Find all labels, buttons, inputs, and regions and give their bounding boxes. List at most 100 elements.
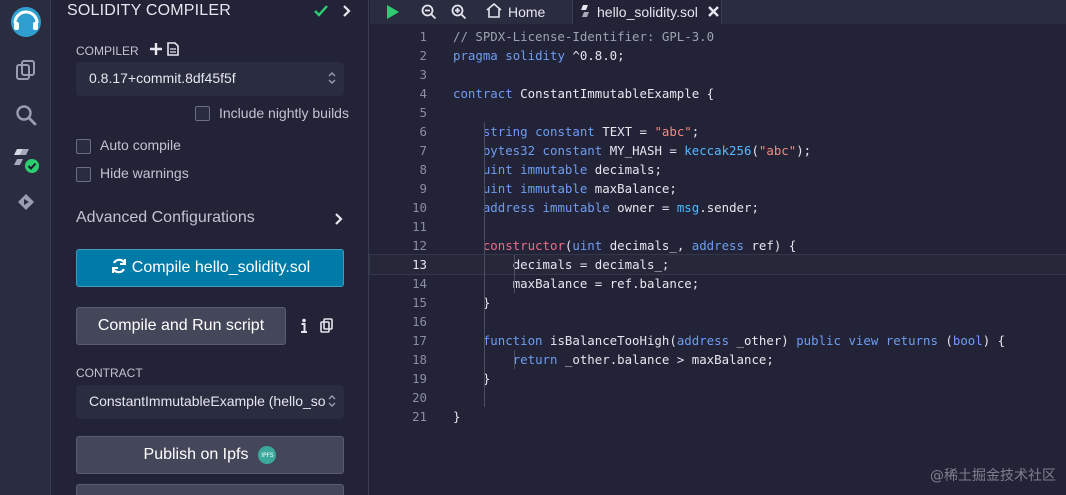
line-number: 11 bbox=[412, 219, 427, 234]
compile-and-run-label: Compile and Run script bbox=[97, 317, 265, 334]
copy-icon[interactable] bbox=[320, 318, 333, 338]
code-line[interactable]: 19 } bbox=[370, 369, 1066, 388]
code-line[interactable]: 3 bbox=[370, 65, 1066, 84]
code-line[interactable]: 18 return _other.balance > maxBalance; bbox=[370, 350, 1066, 369]
code-line[interactable]: 17 function isBalanceTooHigh(address _ot… bbox=[370, 331, 1066, 350]
code-line[interactable]: 8 uint immutable decimals; bbox=[370, 160, 1066, 179]
compile-button-label: Compile hello_solidity.sol bbox=[131, 259, 311, 276]
line-number: 10 bbox=[412, 200, 427, 215]
line-number: 19 bbox=[412, 371, 427, 386]
code-line[interactable]: 13 decimals = decimals_; bbox=[369, 254, 1066, 275]
panel-title: SOLIDITY COMPILER bbox=[67, 2, 232, 19]
editor-tab-bar: Home hello_solidity.sol bbox=[370, 0, 1066, 24]
code-line[interactable]: 15 } bbox=[370, 293, 1066, 312]
solidity-file-icon bbox=[581, 4, 591, 21]
line-number: 17 bbox=[412, 333, 427, 348]
file-icon[interactable] bbox=[167, 42, 179, 61]
code-line[interactable]: 4 contract ConstantImmutableExample { bbox=[370, 84, 1066, 103]
code-text: uint immutable maxBalance; bbox=[482, 181, 677, 196]
file-explorer-icon[interactable] bbox=[8, 52, 44, 88]
zoom-in-icon[interactable] bbox=[448, 1, 470, 23]
code-line[interactable]: 14 maxBalance = ref.balance; bbox=[370, 274, 1066, 293]
nightly-builds-label: Include nightly builds bbox=[219, 105, 349, 121]
next-button-partial[interactable] bbox=[76, 484, 344, 495]
code-line[interactable]: 1 // SPDX-License-Identifier: GPL-3.0 bbox=[370, 27, 1066, 46]
publish-ipfs-label: Publish on Ipfs bbox=[143, 446, 249, 463]
indent-guide bbox=[484, 122, 485, 407]
run-script-icon[interactable] bbox=[382, 1, 404, 23]
line-number: 7 bbox=[419, 143, 427, 158]
code-text: maxBalance = ref.balance; bbox=[512, 276, 700, 291]
advanced-configurations-toggle[interactable]: Advanced Configurations bbox=[76, 209, 255, 227]
close-tab-icon[interactable] bbox=[708, 4, 719, 20]
code-line[interactable]: 12 constructor(uint decimals_, address r… bbox=[370, 236, 1066, 255]
icon-rail bbox=[0, 0, 51, 495]
code-line[interactable]: 5 bbox=[370, 103, 1066, 122]
code-line[interactable]: 16 bbox=[370, 312, 1066, 331]
hide-warnings-checkbox[interactable] bbox=[76, 167, 91, 182]
line-number: 8 bbox=[419, 162, 427, 177]
search-icon[interactable] bbox=[8, 97, 44, 133]
watermark: @稀土掘金技术社区 bbox=[930, 468, 1056, 484]
hide-warnings-label: Hide warnings bbox=[100, 165, 189, 181]
code-text: pragma solidity ^0.8.0; bbox=[453, 48, 625, 63]
line-number: 13 bbox=[412, 257, 427, 272]
auto-compile-label: Auto compile bbox=[100, 137, 181, 153]
code-line[interactable]: 2 pragma solidity ^0.8.0; bbox=[370, 46, 1066, 65]
compiler-version-select[interactable]: 0.8.17+commit.8df45f5f bbox=[76, 62, 344, 96]
code-line[interactable]: 9 uint immutable maxBalance; bbox=[370, 179, 1066, 198]
tab-file-label: hello_solidity.sol bbox=[597, 4, 698, 20]
line-number: 2 bbox=[419, 48, 427, 63]
code-area[interactable]: 1 // SPDX-License-Identifier: GPL-3.0 2 pra… bbox=[369, 27, 1066, 426]
chevron-right-icon[interactable] bbox=[334, 212, 344, 231]
code-line[interactable]: 11 bbox=[370, 217, 1066, 236]
publish-ipfs-button[interactable]: Publish on Ipfs IPFS bbox=[76, 436, 344, 474]
compile-and-run-button[interactable]: Compile and Run script bbox=[76, 307, 286, 345]
remix-logo-icon[interactable] bbox=[8, 4, 44, 40]
solidity-compiler-panel: SOLIDITY COMPILER COMPILER 0.8.17+commit… bbox=[51, 0, 369, 495]
contract-select[interactable]: ConstantImmutableExample (hello_so bbox=[76, 385, 344, 419]
chevron-right-icon[interactable] bbox=[341, 3, 353, 24]
check-icon bbox=[313, 3, 329, 24]
add-compiler-icon[interactable] bbox=[150, 42, 162, 61]
code-line[interactable]: 21} bbox=[370, 407, 1066, 426]
code-text: contract ConstantImmutableExample { bbox=[453, 86, 715, 101]
tab-home[interactable]: Home bbox=[478, 0, 568, 24]
compiler-version-value: 0.8.17+commit.8df45f5f bbox=[89, 70, 236, 86]
line-number: 1 bbox=[419, 29, 427, 44]
contract-label: CONTRACT bbox=[76, 366, 143, 380]
line-number: 4 bbox=[419, 86, 427, 101]
code-line[interactable]: 20 bbox=[370, 388, 1066, 407]
code-line[interactable]: 6 string constant TEXT = "abc"; bbox=[370, 122, 1066, 141]
deploy-run-icon[interactable] bbox=[8, 184, 44, 220]
code-text: } bbox=[453, 409, 461, 424]
auto-compile-checkbox[interactable] bbox=[76, 139, 91, 154]
solidity-compiler-icon[interactable] bbox=[8, 142, 44, 178]
code-line[interactable]: 7 bytes32 constant MY_HASH = keccak256("… bbox=[370, 141, 1066, 160]
line-number: 5 bbox=[419, 105, 427, 120]
info-icon[interactable] bbox=[300, 318, 308, 339]
indent-guide bbox=[514, 350, 515, 369]
line-number: 16 bbox=[412, 314, 427, 329]
line-number: 12 bbox=[412, 238, 427, 253]
line-number: 20 bbox=[412, 390, 427, 405]
code-text: return _other.balance > maxBalance; bbox=[512, 352, 774, 367]
code-line[interactable]: 10 address immutable owner = msg.sender; bbox=[370, 198, 1066, 217]
tab-hello-solidity[interactable]: hello_solidity.sol bbox=[572, 0, 722, 24]
line-number: 21 bbox=[412, 409, 427, 424]
code-text: decimals = decimals_; bbox=[512, 257, 670, 272]
ipfs-badge-icon: IPFS bbox=[258, 446, 277, 464]
compiler-label: COMPILER bbox=[76, 44, 139, 58]
nightly-builds-checkbox[interactable] bbox=[195, 106, 210, 121]
select-arrows-icon bbox=[328, 71, 336, 88]
tab-home-label: Home bbox=[508, 4, 546, 20]
code-text: function isBalanceTooHigh(address _other… bbox=[482, 333, 1006, 348]
select-arrows-icon bbox=[328, 394, 336, 411]
indent-guide bbox=[514, 255, 515, 293]
remix-ide: SOLIDITY COMPILER COMPILER 0.8.17+commit… bbox=[0, 0, 1066, 495]
compile-button[interactable]: Compile hello_solidity.sol bbox=[76, 249, 344, 287]
advanced-configurations-label: Advanced Configurations bbox=[76, 209, 255, 226]
zoom-out-icon[interactable] bbox=[418, 1, 440, 23]
code-text: address immutable owner = msg.sender; bbox=[482, 200, 759, 215]
line-number: 9 bbox=[419, 181, 427, 196]
